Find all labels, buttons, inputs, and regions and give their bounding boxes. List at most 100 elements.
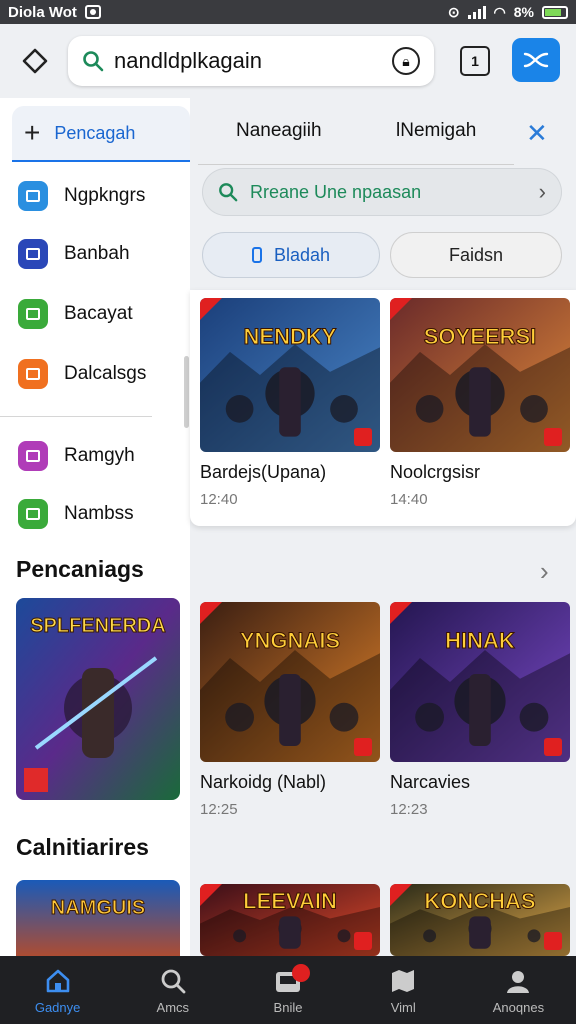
sidebar-item-label: Banbah [64,243,130,264]
nav-label: Gadnye [34,999,81,1015]
address-bar[interactable]: nandldplkagain 🔒︎ [68,36,434,86]
close-icon[interactable]: ✕ [526,118,548,149]
camera-icon [84,5,101,19]
wifi-icon: ◠ [493,3,506,20]
thumbnail-title: SPLFENERDA [30,615,166,637]
sidebar-item-3[interactable]: Bacayat [18,298,133,330]
game-art: SOYEERSI [390,298,570,452]
sidebar-game-thumbnail[interactable]: NAMGUIS [16,880,180,956]
game-art: HINAK [390,602,570,762]
sidebar-item-label: Bacayat [64,303,133,324]
game-art: LEEVAIN [200,884,380,956]
sidebar-item-label: Ngpkngrs [64,185,146,206]
card-time: 12:23 [390,801,428,818]
shuffle-icon [523,52,549,68]
filter-label: Faidsn [448,244,504,265]
game-card[interactable]: HINAK Narcavies 12:23 [390,602,570,818]
nav-home[interactable]: Gadnye [0,956,115,1024]
sidebar-scrollbar[interactable] [184,356,189,428]
tabs-divider [198,164,514,165]
window-icon [18,499,48,529]
tabs-button[interactable]: 1 [460,46,490,76]
game-thumbnail: NENDKY [200,298,380,452]
bag-icon [18,299,48,329]
nav-label: Amcs [156,999,190,1015]
sidebar-item-label: Dalcalsgs [64,363,147,384]
nav-map[interactable]: Viml [346,956,461,1024]
card-time: 12:25 [200,801,238,818]
battery-icon [542,5,568,19]
phone-icon [251,247,262,263]
thumbnail-title: HINAK [445,628,515,653]
game-art: KONCHAS [390,884,570,956]
hotspot-icon: ⊙ [447,3,460,20]
menu-button[interactable] [512,38,560,82]
search-placeholder: Rreane Une npaasan [250,181,422,202]
sidebar-item-6[interactable]: Nambss [18,498,134,530]
sidebar-section-title: Calnitiarires [16,834,149,860]
sidebar-item-2[interactable]: Banbah [18,238,130,270]
lock-icon[interactable]: 🔒︎ [392,47,420,75]
tab-2[interactable]: lNemigah [396,120,476,142]
status-app-name: Diola Wot [8,3,77,21]
sidebar: + Pencagah Ngpkngrs Banbah Bacayat Dalca… [0,98,190,956]
sidebar-divider [0,416,152,417]
search-icon [219,183,238,202]
filter-pill-active[interactable]: Bladah [202,232,380,278]
nav-profile[interactable]: Anoqnes [461,956,576,1024]
main-content: Naneagiih lNemigah ✕ Rreane Une npaasan … [190,98,576,956]
game-thumbnail: LEEVAIN [200,884,380,956]
thumbnail-title: KONCHAS [424,888,535,913]
notification-badge [292,964,311,982]
chevron-right-icon[interactable]: › [539,179,546,205]
card-title: Narcavies [390,772,471,792]
home-icon [44,966,72,996]
sidebar-item-label: Nambss [64,503,134,524]
tv-icon [18,239,48,269]
game-art: SPLFENERDA [16,598,180,800]
card-time: 14:40 [390,491,428,508]
nav-search[interactable]: Amcs [115,956,230,1024]
game-card[interactable]: LEEVAIN [200,884,380,956]
game-thumbnail: HINAK [390,602,570,762]
sidebar-tab-active[interactable]: + Pencagah [12,106,190,162]
url-text[interactable]: nandldplkagain [114,48,392,74]
sidebar-item-4[interactable]: Dalcalsgs [18,358,146,390]
nav-label: Viml [390,999,416,1015]
plus-icon: + [24,117,41,148]
game-card[interactable]: SOYEERSI Noolcrgsisr 14:40 [390,298,570,508]
nav-inbox[interactable]: Bnile [230,956,345,1024]
filter-pill[interactable]: Faidsn [390,232,562,278]
signal-icon [467,5,486,19]
game-thumbnail: YNGNAIS [200,602,380,762]
card-title: Narkoidg (Nabl) [200,772,327,792]
battery-text: 8% [513,4,534,20]
game-card[interactable]: NENDKY Bardejs(Upana) 12:40 [200,298,380,508]
sidebar-game-thumbnail[interactable]: SPLFENERDA [16,598,180,800]
folder-icon [18,181,48,211]
thumbnail-title: NAMGUIS [51,897,145,919]
sidebar-item-1[interactable]: Ngpkngrs [18,180,145,212]
document-icon [18,359,48,389]
map-icon [389,966,417,996]
game-card[interactable]: YNGNAIS Narkoidg (Nabl) 12:25 [200,602,380,818]
game-art: NAMGUIS [16,880,180,956]
sidebar-section-title: Pencaniags [16,556,144,582]
chevron-right-icon[interactable]: › [540,556,549,587]
game-card[interactable]: KONCHAS [390,884,570,956]
thumbnail-title: SOYEERSI [424,324,536,349]
thumbnail-title: YNGNAIS [240,628,340,653]
sidebar-item-label: Ramgyh [64,445,135,466]
search-field[interactable]: Rreane Une npaasan › [202,168,562,216]
thumbnail-title: LEEVAIN [243,888,337,913]
profile-icon [504,966,532,996]
game-thumbnail: KONCHAS [390,884,570,956]
tab-1[interactable]: Naneagiih [236,120,322,142]
filter-label: Bladah [273,244,331,265]
nav-label: Anoqnes [492,999,545,1015]
home-button[interactable] [18,44,52,78]
browser-toolbar: nandldplkagain 🔒︎ 1 [0,24,576,98]
home-icon [22,48,48,74]
nav-label: Bnile [273,999,303,1015]
sidebar-item-5[interactable]: Ramgyh [18,440,135,472]
